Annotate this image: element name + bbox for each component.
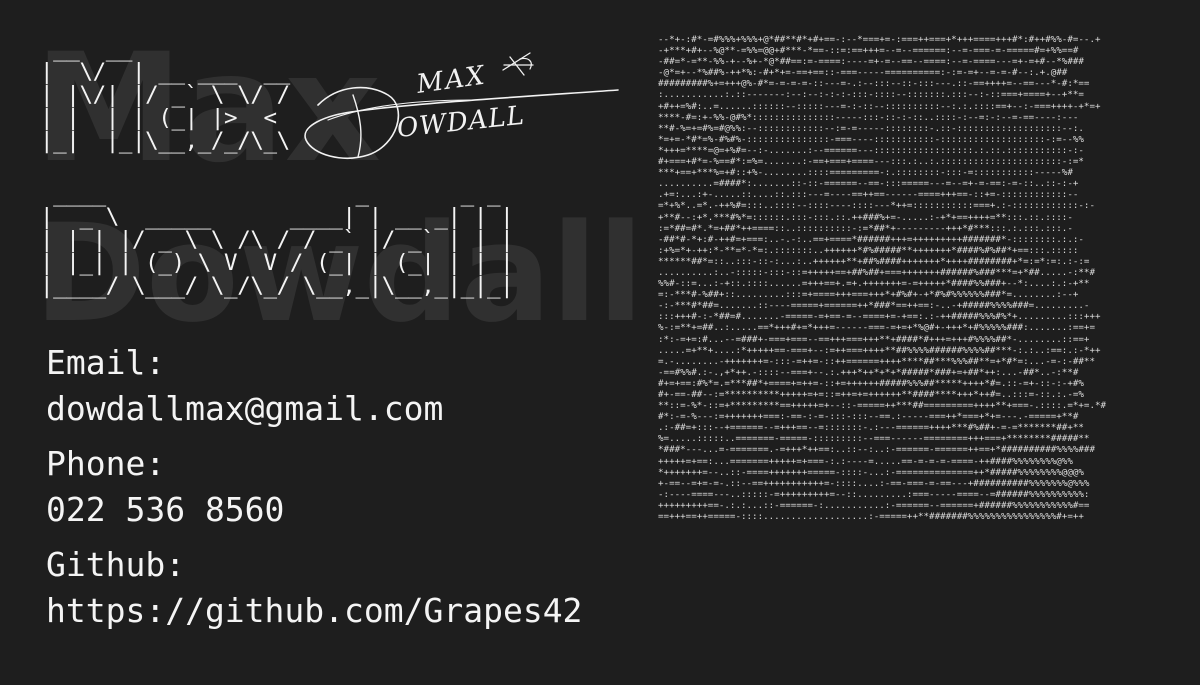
email-label: Email:	[46, 343, 166, 382]
ascii-first-name: __ __ | \/ | __ ___ __ | |\/| |/ _` \ \/…	[40, 36, 290, 154]
github-link[interactable]: https://github.com/Grapes42	[46, 588, 582, 634]
signature-top-text: MAX	[414, 60, 488, 100]
signature: MAX OWDALL	[304, 52, 619, 159]
email-value[interactable]: dowdallmax@gmail.com	[46, 386, 582, 432]
signature-bottom-text: OWDALL	[396, 101, 527, 144]
ascii-art-portrait: --*+-:#*-=#%%%+%%%+@*##**#*+#+==-:--*===…	[658, 34, 1107, 523]
phone-label: Phone:	[46, 444, 166, 483]
ascii-last-name: ____ _ _ _ | _ \ _____ ____| | __ _| | |…	[40, 181, 514, 299]
github-label: Github:	[46, 545, 186, 584]
phone-value[interactable]: 022 536 8560	[46, 487, 582, 533]
contact-info: Email: dowdallmax@gmail.com Phone: 022 5…	[46, 340, 582, 634]
business-card: Max Dowdall __ __ | \/ | __ ___ __ | |\/…	[0, 0, 1200, 685]
